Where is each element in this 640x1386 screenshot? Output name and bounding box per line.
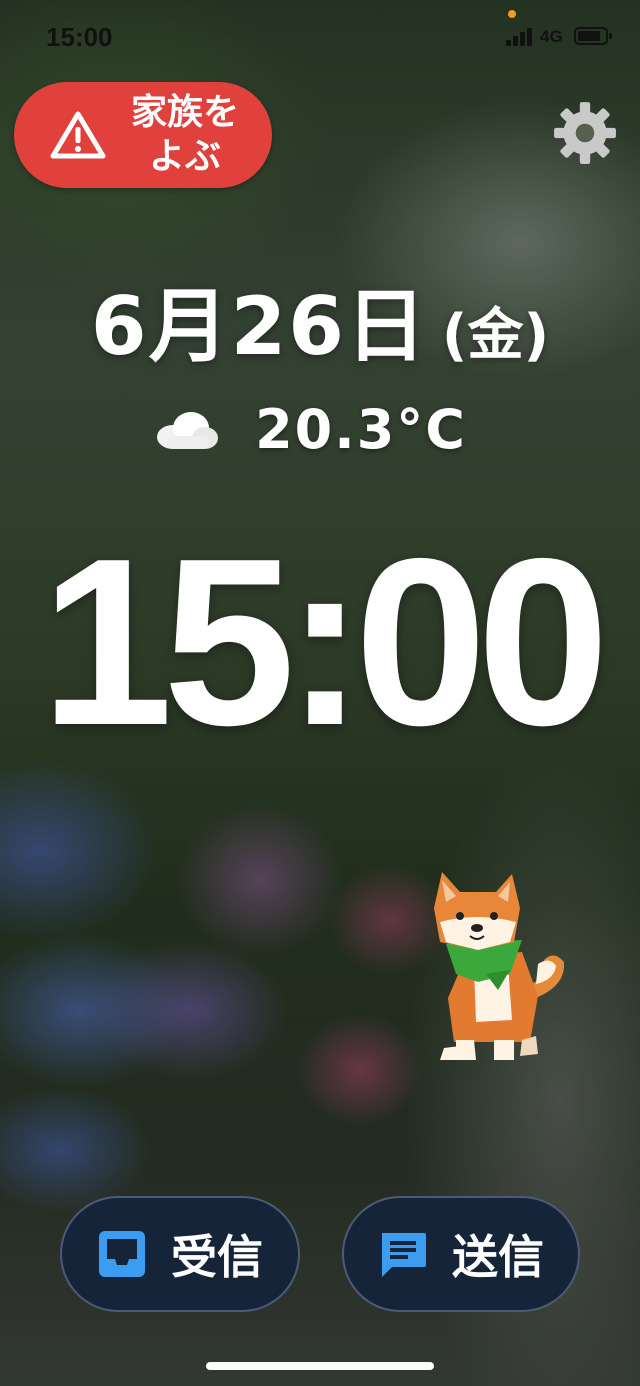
weekday-text: (金) [441, 303, 550, 368]
send-button[interactable]: 送信 [342, 1196, 580, 1312]
cloud-icon [157, 411, 219, 449]
inbox-button[interactable]: 受信 [60, 1196, 300, 1312]
warning-triangle-icon [50, 111, 106, 159]
send-label: 送信 [452, 1230, 544, 1284]
inbox-label: 受信 [171, 1230, 263, 1284]
gear-icon[interactable] [552, 100, 618, 166]
shiba-dog-icon[interactable] [426, 870, 572, 1066]
message-icon [382, 1233, 426, 1277]
clock-time: 15:00 [40, 510, 610, 775]
weather-display: 20.3°C [0, 398, 640, 461]
battery-icon [574, 27, 612, 45]
inbox-icon [99, 1231, 145, 1277]
network-type: 4G [540, 27, 563, 46]
date-text: 6月26日 [90, 280, 428, 373]
home-indicator[interactable] [206, 1362, 434, 1370]
temperature-text: 20.3°C [255, 398, 467, 461]
cellular-signal-icon [506, 26, 534, 46]
privacy-indicator-dot [508, 10, 516, 18]
call-family-label: 家族を よぶ [130, 92, 239, 177]
date-display: 6月26日 (金) [0, 262, 640, 378]
status-bar-time: 15:00 [46, 22, 113, 52]
call-family-button[interactable]: 家族を よぶ [14, 82, 272, 188]
